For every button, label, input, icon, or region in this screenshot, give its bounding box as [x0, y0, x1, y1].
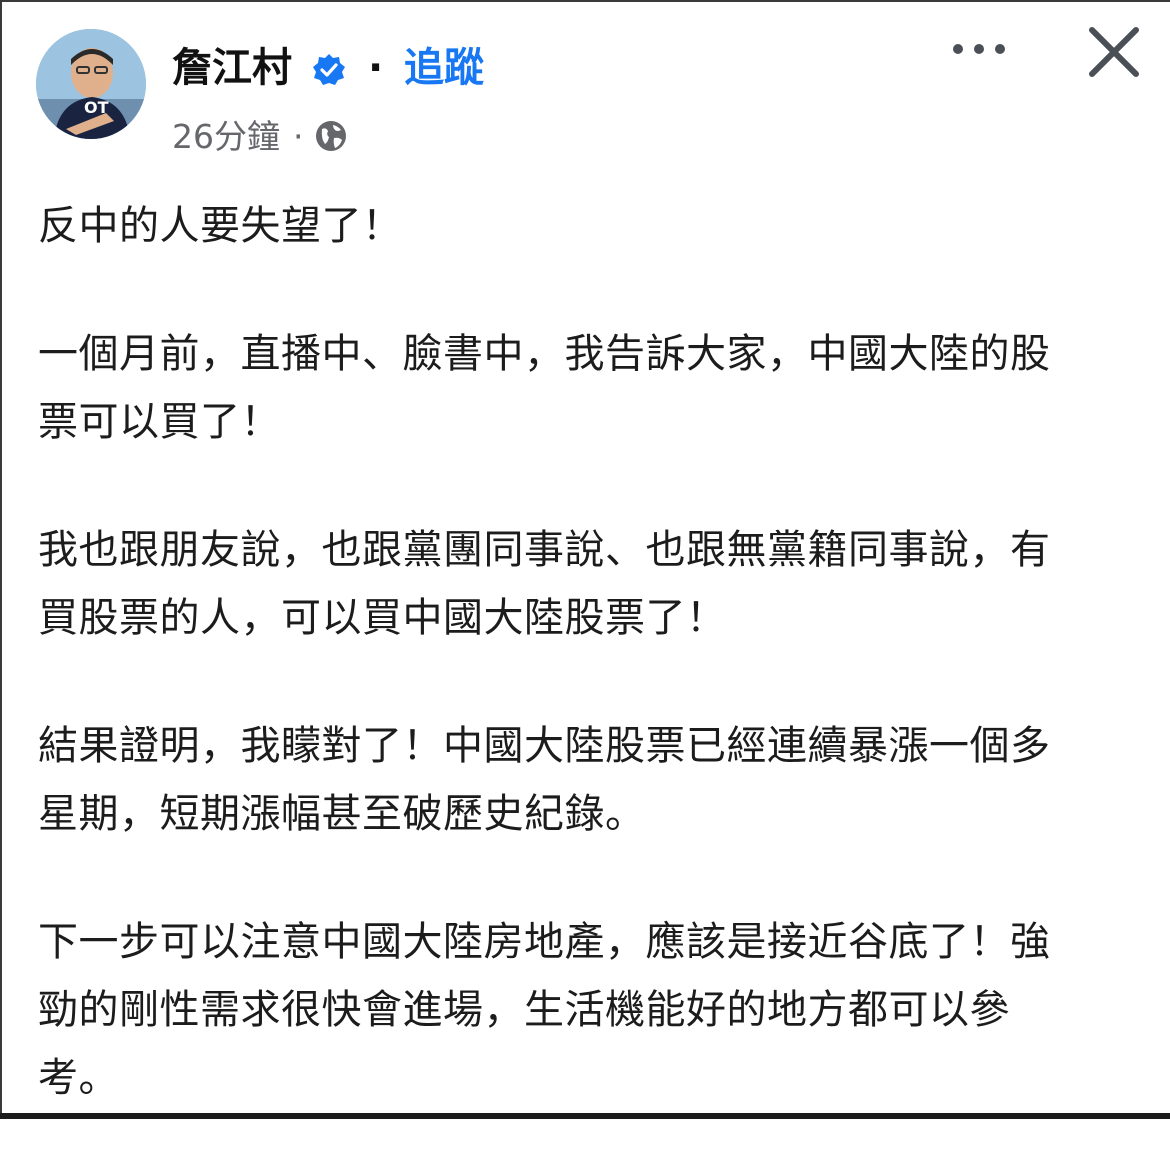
- screenshot-border-top: [0, 0, 1170, 2]
- post-paragraph: 一個月前，直播中、臉書中，我告訴大家，中國大陸的股 票可以買了！: [38, 331, 1051, 445]
- screenshot-border-bottom: [0, 1113, 1170, 1119]
- verified-badge-icon: [313, 54, 345, 85]
- avatar-photo: OT: [36, 29, 146, 139]
- header-separator: ·: [368, 45, 384, 91]
- screenshot-border-left: [0, 0, 2, 1119]
- author-avatar[interactable]: OT: [36, 29, 146, 139]
- post-paragraph: 反中的人要失望了！: [38, 203, 403, 249]
- meta-separator: ·: [293, 117, 304, 156]
- post-paragraph: 結果證明，我矇對了！中國大陸股票已經連續暴漲一個多 星期，短期漲幅甚至破歷史紀錄…: [38, 723, 1051, 837]
- post-timestamp[interactable]: 26分鐘: [172, 117, 280, 157]
- post-paragraph: 我也跟朋友說，也跟黨團同事說、也跟無黨籍同事說，有 買股票的人，可以買中國大陸股…: [38, 527, 1051, 641]
- follow-button[interactable]: 追蹤: [404, 44, 484, 92]
- author-name[interactable]: 詹江村: [172, 44, 292, 92]
- globe-icon[interactable]: [314, 119, 348, 153]
- more-options-icon[interactable]: [948, 32, 1012, 66]
- close-icon[interactable]: [1084, 22, 1144, 82]
- avatar-shirt-text: OT: [84, 98, 109, 117]
- post-paragraph: 下一步可以注意中國大陸房地產，應該是接近谷底了！強 勁的剛性需求很快會進場，生活…: [38, 919, 1051, 1101]
- post-body: 反中的人要失望了！ 一個月前，直播中、臉書中，我告訴大家，中國大陸的股 票可以買…: [38, 192, 1148, 1172]
